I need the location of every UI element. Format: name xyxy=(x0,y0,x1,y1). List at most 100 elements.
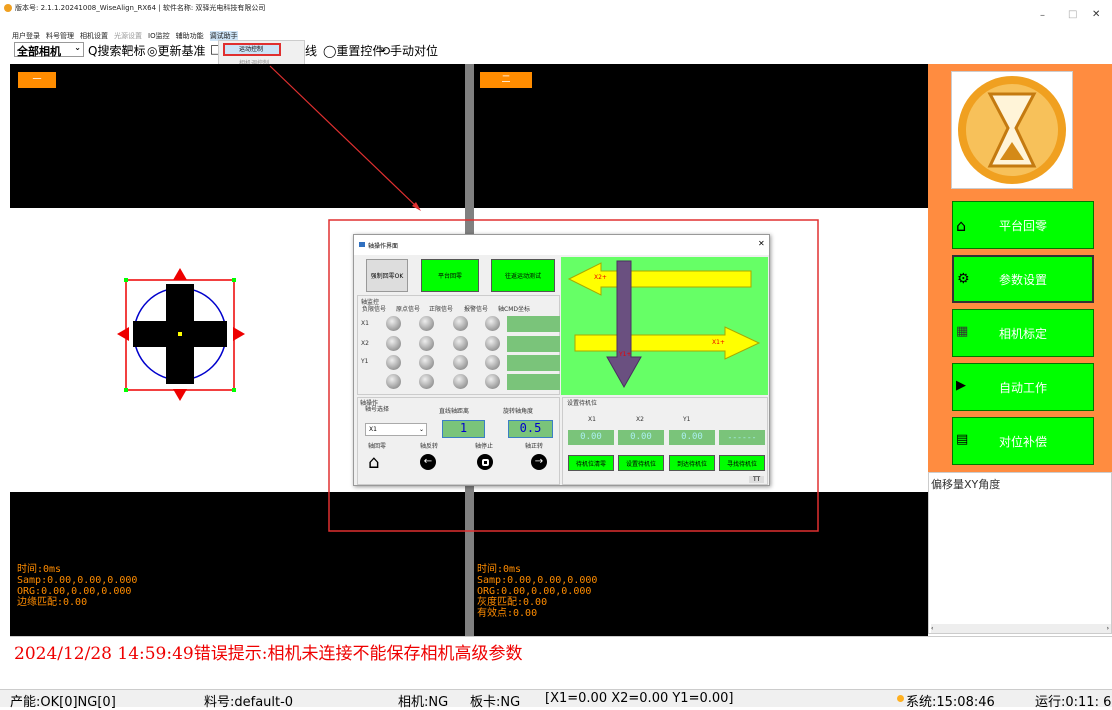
gear-icon: ⚙ xyxy=(957,271,970,287)
app-icon xyxy=(4,4,12,12)
signal-lamp xyxy=(453,374,468,389)
col-pos-limit: 正限信号 xyxy=(429,306,454,313)
status-system-time: 系统:15:08:46 xyxy=(906,695,995,710)
axis-reverse-label: 轴反转 xyxy=(420,443,439,450)
platform-home-button[interactable]: ⌂ 平台回零 xyxy=(952,201,1094,249)
standby-col-x2: X2 xyxy=(636,416,644,423)
status-part: 料号:default-0 xyxy=(204,695,294,710)
axis-reverse-icon[interactable]: ← xyxy=(420,454,436,470)
grid-icon: ▦ xyxy=(956,324,969,339)
axis-home-label: 轴回零 xyxy=(368,443,387,450)
offset-scrollbar[interactable]: ‹ › xyxy=(931,624,1111,633)
window-icon xyxy=(359,242,365,247)
right-info-org: ORG:0.00,0.00,0.000 xyxy=(477,586,592,597)
minimize-button[interactable]: – xyxy=(1040,10,1045,21)
axis-operation-group: 轴操作 轴号选择 直线轴距离 旋转轴角度 X1 ⌄ 1 0.5 轴回零 轴反转 轴… xyxy=(357,397,560,485)
reciprocate-test-label: 往返运动测试 xyxy=(504,273,541,280)
row-y1: Y1 xyxy=(361,358,369,365)
offset-panel: 偏移量XY角度 ‹ › xyxy=(928,472,1112,634)
update-baseline-button[interactable]: ◎更新基准 xyxy=(147,42,205,59)
chart-icon: ▤ xyxy=(956,432,969,447)
force-home-button[interactable]: 强制回零OK xyxy=(366,259,408,292)
play-icon: ▶ xyxy=(956,378,966,393)
cmd-field xyxy=(507,316,560,332)
standby-col-x1: X1 xyxy=(588,416,596,423)
chevron-down-icon: ⌄ xyxy=(418,426,424,433)
status-image xyxy=(951,71,1073,189)
goto-standby-button[interactable]: 到达待机位 xyxy=(669,455,715,471)
toolbar: 全部相机 ⌄ Q搜索靶标 ◎更新基准 □ 线 ◯重置控件 ⟲手动对位 xyxy=(0,40,1112,60)
axis-stop-icon[interactable] xyxy=(477,454,493,470)
line-button[interactable]: 线 xyxy=(305,42,317,59)
col-alarm: 报警信号 xyxy=(464,306,489,313)
clear-standby-label: 待机位清零 xyxy=(575,460,606,468)
right-view-tag: 二 xyxy=(480,72,532,88)
dialog-home-button[interactable]: 平台回零 xyxy=(421,259,479,292)
signal-lamp xyxy=(485,355,500,370)
camera-calibration-button[interactable]: ▦ 相机标定 xyxy=(952,309,1094,357)
dialog-title: 轴操作界面 xyxy=(368,243,399,250)
standby-col-y1: Y1 xyxy=(683,416,691,423)
auto-work-button[interactable]: ▶ 自动工作 xyxy=(952,363,1094,411)
platform-home-label: 平台回零 xyxy=(998,218,1047,233)
left-view-tag-label: 一 xyxy=(32,75,42,85)
cmd-field xyxy=(507,336,560,352)
signal-lamp xyxy=(485,316,500,331)
line-dist-value: 1 xyxy=(459,421,468,435)
camera-select[interactable]: 全部相机 ⌄ xyxy=(14,42,84,58)
align-compensate-button[interactable]: ▤ 对位补偿 xyxy=(952,417,1094,465)
motion-control-item[interactable]: 运动控制 xyxy=(223,43,281,56)
chevron-down-icon: ⌄ xyxy=(74,43,81,52)
right-info-time: 时间:0ms xyxy=(477,564,522,575)
left-view-tag: 一 xyxy=(18,72,56,88)
sidebar: ⌂ 平台回零 ⚙ 参数设置 ▦ 相机标定 ▶ 自动工作 ▤ 对位补偿 偏移量XY角度 ‹ › xyxy=(928,64,1112,634)
axis-forward-icon[interactable]: → xyxy=(531,454,547,470)
standby-x2-text: 0.00 xyxy=(630,432,652,442)
left-info-time: 时间:0ms xyxy=(17,564,62,575)
target-mark[interactable] xyxy=(109,268,249,408)
standby-x2-value: 0.00 xyxy=(618,430,664,445)
row-x1: X1 xyxy=(361,320,369,327)
left-info-org: ORG:0.00,0.00,0.000 xyxy=(17,586,132,597)
right-view-info: 时间:0ms Samp:0.00,0.00,0.000 ORG:0.00,0.0… xyxy=(477,564,597,619)
cmd-field xyxy=(507,355,560,371)
status-coords: [X1=0.00 X2=0.00 Y1=0.00] xyxy=(545,691,734,706)
find-standby-button[interactable]: 寻找待机位 xyxy=(719,455,765,471)
set-standby-button[interactable]: 设置待机位 xyxy=(618,455,664,471)
axis-monitor-group: 轴监控 负限信号 原点信号 正限信号 报警信号 轴CMD坐标 X1 X2 Y1 xyxy=(357,295,560,395)
signal-lamp xyxy=(419,316,434,331)
signal-lamp xyxy=(485,374,500,389)
col-neg-limit: 负限信号 xyxy=(362,306,387,313)
status-dot-icon xyxy=(897,695,904,702)
axis-home-icon[interactable]: ⌂ xyxy=(368,452,379,473)
signal-lamp xyxy=(485,336,500,351)
tt-label: TT xyxy=(749,476,765,483)
camera-select-value: 全部相机 xyxy=(17,45,61,58)
left-info-samp: Samp:0.00,0.00,0.000 xyxy=(17,575,138,586)
standby-y1-value: 0.00 xyxy=(669,430,715,445)
axis-select-value: X1 xyxy=(369,426,377,433)
rot-angle-value: 0.5 xyxy=(519,421,542,435)
right-info-valid: 有效点:0.00 xyxy=(477,608,538,619)
signal-lamp xyxy=(386,336,401,351)
manual-align-button[interactable]: ⟲手动对位 xyxy=(380,42,438,59)
axis-select[interactable]: X1 ⌄ xyxy=(365,423,427,436)
rot-angle-input[interactable]: 0.5 xyxy=(508,420,553,438)
hourglass-icon xyxy=(958,76,1066,184)
goto-standby-label: 到达待机位 xyxy=(676,460,707,468)
scroll-right-icon[interactable]: › xyxy=(1107,624,1109,633)
scroll-left-icon[interactable]: ‹ xyxy=(931,625,933,632)
search-target-button[interactable]: Q搜索靶标 xyxy=(88,42,145,59)
dialog-close-button[interactable]: ✕ xyxy=(758,239,765,248)
right-info-match: 灰度匹配:0.00 xyxy=(477,597,548,608)
reciprocate-test-button[interactable]: 往返运动测试 xyxy=(491,259,555,292)
status-board: 板卡:NG xyxy=(470,695,521,710)
close-button[interactable]: ✕ xyxy=(1092,9,1100,20)
reset-controls-button[interactable]: ◯重置控件 xyxy=(323,42,384,59)
maximize-button[interactable]: □ xyxy=(1068,9,1077,20)
right-info-samp: Samp:0.00,0.00,0.000 xyxy=(477,575,598,586)
line-dist-input[interactable]: 1 xyxy=(442,420,485,438)
clear-standby-button[interactable]: 待机位清零 xyxy=(568,455,614,471)
param-settings-button[interactable]: ⚙ 参数设置 xyxy=(952,255,1094,303)
motion-diagram: X2+ X1+ Y1+ xyxy=(561,257,768,395)
